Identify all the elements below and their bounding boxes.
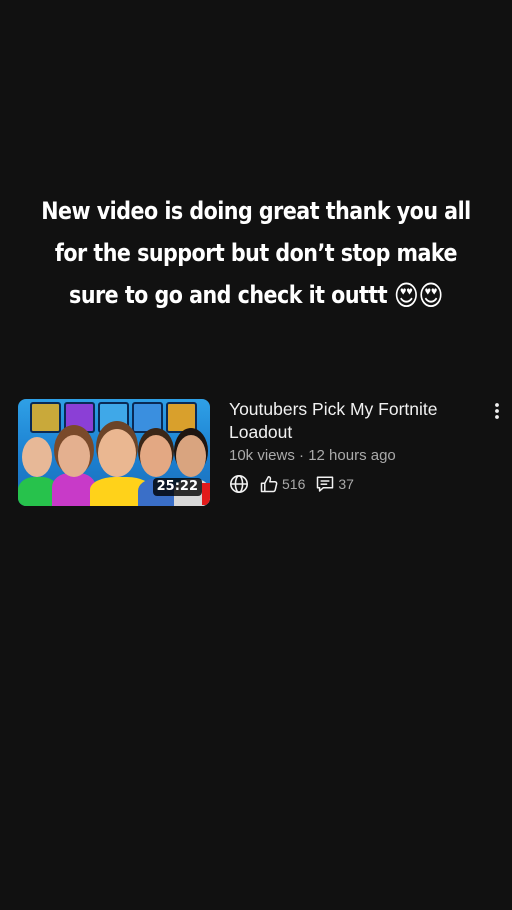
thumbnail-face	[176, 435, 206, 477]
thumbnail-item-tile	[30, 402, 61, 433]
video-card[interactable]: 25:22 Youtubers Pick My Fortnite Loadout…	[18, 398, 504, 508]
likes-stat: 516	[259, 474, 305, 494]
thumbs-up-icon	[260, 476, 278, 493]
globe-icon	[230, 475, 248, 493]
thumbnail-item-tile	[64, 402, 95, 433]
video-meta: 10k views · 12 hours ago	[229, 447, 396, 464]
caption-line-1: New video is doing great thank you all	[41, 197, 471, 225]
video-info: Youtubers Pick My Fortnite Loadout 10k v…	[229, 398, 479, 496]
thumbnail-face	[140, 435, 172, 477]
thumbnail-face	[22, 437, 52, 477]
visibility-public	[229, 474, 249, 494]
thumbnail-accent	[202, 483, 210, 505]
story-caption: New video is doing great thank you all f…	[36, 190, 476, 316]
video-thumbnail[interactable]: 25:22	[18, 399, 210, 506]
more-vert-icon[interactable]	[490, 401, 504, 421]
like-count: 516	[282, 476, 306, 492]
thumbnail-item-tile	[166, 402, 197, 433]
video-duration-badge: 25:22	[152, 478, 202, 496]
video-title[interactable]: Youtubers Pick My Fortnite Loadout	[229, 398, 479, 444]
thumbnail-item-tile	[132, 402, 163, 433]
caption-line-3: sure to go and check it outtt 😍😍	[36, 274, 476, 316]
comment-count: 37	[338, 476, 354, 492]
comment-icon	[317, 476, 334, 492]
heart-eyes-emoji: 😍😍	[393, 279, 444, 312]
thumbnail-face	[58, 435, 90, 477]
caption-line-3-text: sure to go and check it outtt	[69, 281, 388, 309]
video-stats: 516 37	[229, 472, 479, 496]
caption-line-2: for the support but don’t stop make	[54, 239, 458, 267]
comments-stat: 37	[315, 474, 354, 494]
thumbnail-face	[98, 429, 136, 477]
